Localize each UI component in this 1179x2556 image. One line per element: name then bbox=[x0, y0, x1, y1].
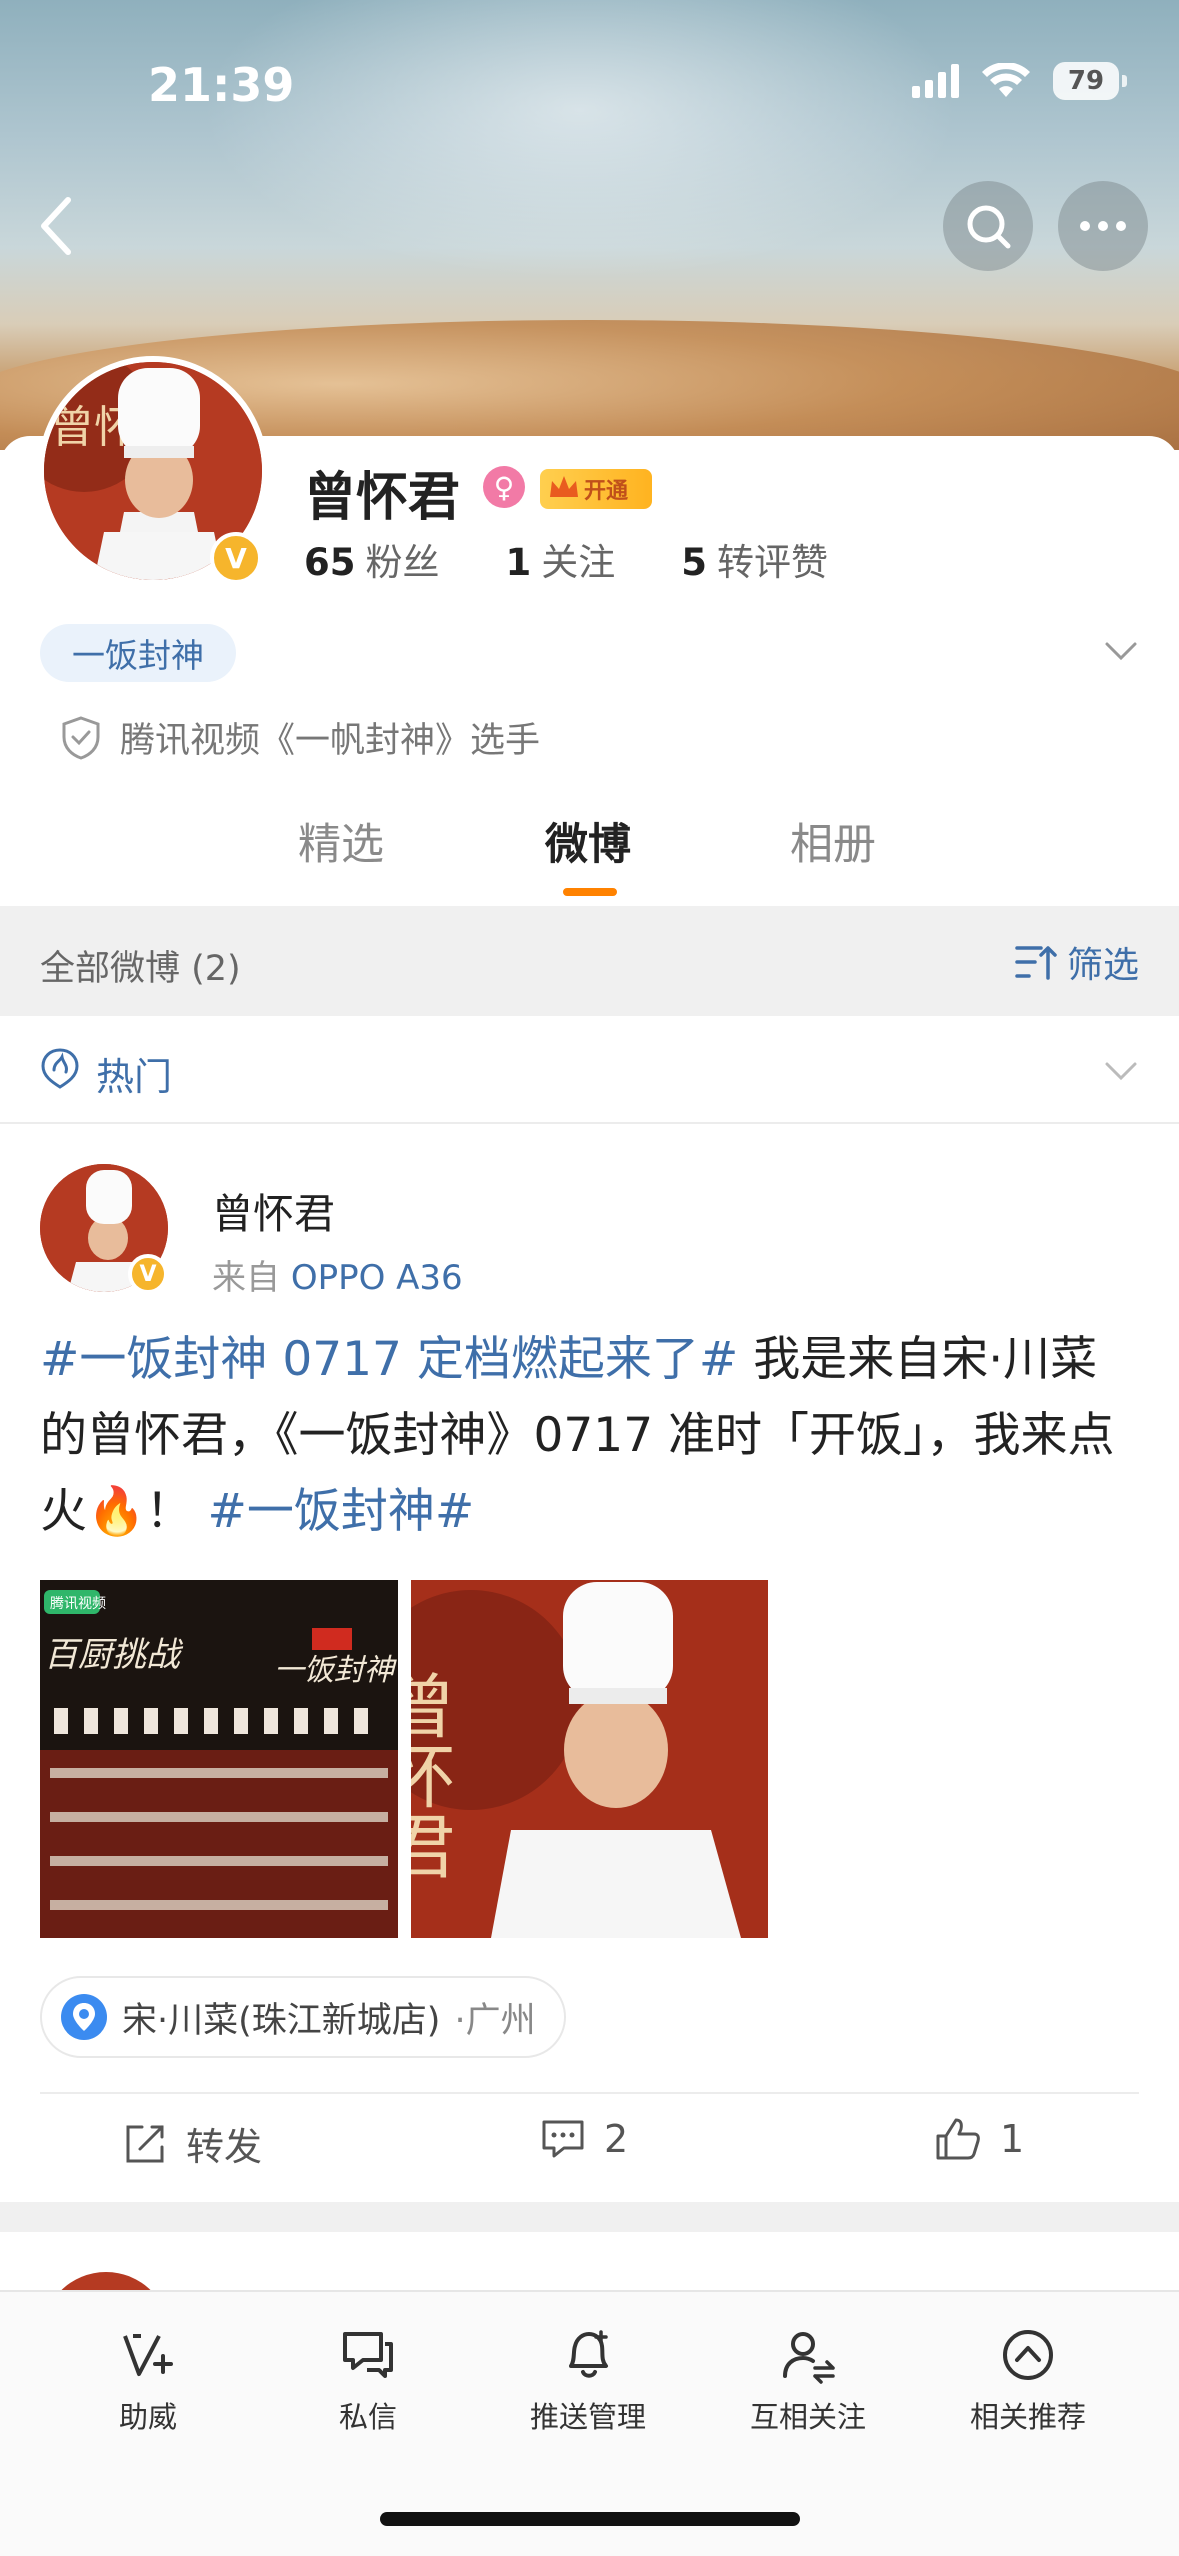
comment-icon bbox=[542, 2120, 584, 2158]
back-button[interactable] bbox=[28, 190, 84, 262]
status-time: 21:39 bbox=[148, 58, 295, 112]
post-image-1[interactable]: 腾讯视频 百厨挑战 一饭封神 bbox=[40, 1580, 398, 1938]
location-city: ·广州 bbox=[454, 2000, 536, 2041]
svg-text:百厨挑战: 百厨挑战 bbox=[44, 1635, 184, 1675]
battery-icon: 79 bbox=[1053, 62, 1127, 100]
post-verified-badge-icon: V bbox=[128, 1254, 168, 1294]
push-settings-button[interactable]: 推送管理 bbox=[488, 2326, 688, 2436]
like-count: 1 bbox=[1000, 2117, 1025, 2161]
likes-stat[interactable]: 5 转评赞 bbox=[681, 532, 828, 586]
more-icon bbox=[1080, 221, 1126, 231]
svg-text:腾讯视频: 腾讯视频 bbox=[50, 1595, 106, 1612]
repost-label: 转发 bbox=[186, 2125, 263, 2169]
mutual-follow-icon bbox=[783, 2332, 835, 2384]
status-icons: 79 bbox=[912, 62, 1127, 100]
comment-button[interactable]: 2 bbox=[540, 2116, 628, 2162]
repost-button[interactable]: 转发 bbox=[122, 2116, 262, 2171]
search-button[interactable] bbox=[943, 181, 1033, 271]
recommend-icon bbox=[1003, 2330, 1053, 2380]
filter-label: 筛选 bbox=[1066, 945, 1139, 986]
action-divider bbox=[40, 2092, 1139, 2094]
hot-label: 热门 bbox=[96, 1055, 173, 1099]
sort-hot-row[interactable]: 热门 bbox=[0, 1016, 1179, 1124]
active-tab-indicator bbox=[563, 888, 617, 896]
bell-icon bbox=[569, 2330, 608, 2378]
cheer-button[interactable]: 助威 bbox=[48, 2326, 248, 2436]
cover-sky bbox=[200, 0, 960, 280]
repost-icon bbox=[126, 2125, 164, 2162]
post-separator bbox=[0, 2202, 1179, 2232]
home-indicator bbox=[380, 2512, 800, 2526]
svg-text:一饭封神: 一饭封神 bbox=[274, 1653, 397, 1688]
verification-text: 腾讯视频《一帆封神》选手 bbox=[120, 721, 541, 761]
post-count-label: 全部微博 (2) bbox=[40, 949, 241, 989]
post-author-name[interactable]: 曾怀君 bbox=[212, 1180, 335, 1240]
filter-sort-icon bbox=[1015, 946, 1057, 980]
location-place: 宋·川菜(珠江新城店) bbox=[122, 2000, 441, 2041]
chevron-down-icon bbox=[1105, 1062, 1137, 1081]
post-source-device[interactable]: OPPO A36 bbox=[291, 1258, 463, 1298]
verification-info: 腾讯视频《一帆封神》选手 bbox=[60, 712, 540, 763]
post-text: #一饭封神 0717 定档燃起来了# 我是来自宋·川菜的曾怀君，《一饭封神》07… bbox=[40, 1332, 1115, 1539]
recommend-button[interactable]: 相关推荐 bbox=[928, 2326, 1128, 2436]
more-button[interactable] bbox=[1058, 181, 1148, 271]
like-button[interactable]: 1 bbox=[934, 2116, 1024, 2162]
post-source: 来自 OPPO A36 bbox=[212, 1258, 463, 1298]
vip-label: 开通 bbox=[584, 479, 629, 504]
fire-emoji: 🔥 bbox=[87, 1484, 146, 1539]
tab-weibo[interactable]: 微博 bbox=[545, 810, 631, 872]
hot-location-icon bbox=[41, 1048, 79, 1089]
followers-stat[interactable]: 65 粉丝 bbox=[304, 532, 440, 586]
filter-bar: 全部微博 (2) 筛选 bbox=[0, 906, 1179, 1016]
comment-count: 2 bbox=[604, 2117, 629, 2161]
chef-portrait-image: 曾怀君 bbox=[411, 1580, 768, 1938]
female-gender-icon: ♀ bbox=[483, 466, 525, 508]
location-pin-icon bbox=[61, 1994, 107, 2040]
profile-tag[interactable]: 一饭封神 bbox=[40, 624, 236, 682]
tab-featured[interactable]: 精选 bbox=[298, 810, 384, 872]
mutual-follow-button[interactable]: 互相关注 bbox=[708, 2326, 908, 2436]
message-button[interactable]: 私信 bbox=[268, 2326, 468, 2436]
cellular-signal-icon bbox=[912, 64, 959, 98]
profile-stats: 65 粉丝 1 关注 5 转评赞 bbox=[304, 532, 828, 586]
wifi-icon bbox=[982, 63, 1030, 97]
back-arrow-icon bbox=[41, 197, 71, 255]
shield-icon bbox=[62, 715, 100, 760]
location-tag[interactable]: 宋·川菜(珠江新城店) ·广州 bbox=[40, 1976, 566, 2058]
expand-profile-chevron-icon[interactable] bbox=[1101, 632, 1141, 672]
svg-text:曾怀君: 曾怀君 bbox=[411, 1670, 456, 1880]
search-icon bbox=[967, 205, 1011, 249]
following-stat[interactable]: 1 关注 bbox=[506, 532, 616, 586]
profile-tabs: 精选 微博 相册 bbox=[0, 810, 1179, 900]
show-poster-image: 腾讯视频 百厨挑战 一饭封神 bbox=[40, 1580, 398, 1938]
topic-link[interactable]: #一饭封神 0717 定档燃起来了# bbox=[40, 1332, 738, 1387]
profile-name: 曾怀君 bbox=[304, 468, 461, 528]
vip-open-button[interactable]: 开通 bbox=[540, 469, 652, 509]
verified-badge-icon: V bbox=[210, 532, 262, 584]
cheer-icon bbox=[123, 2334, 173, 2376]
message-icon bbox=[343, 2332, 393, 2378]
crown-icon bbox=[550, 476, 578, 497]
topic-link-2[interactable]: #一饭封神# bbox=[207, 1484, 474, 1539]
filter-button[interactable]: 筛选 bbox=[1015, 936, 1139, 988]
post-image-2[interactable]: 曾怀君 bbox=[411, 1580, 768, 1938]
thumbs-up-icon bbox=[936, 2118, 980, 2160]
tab-album[interactable]: 相册 bbox=[790, 810, 876, 872]
